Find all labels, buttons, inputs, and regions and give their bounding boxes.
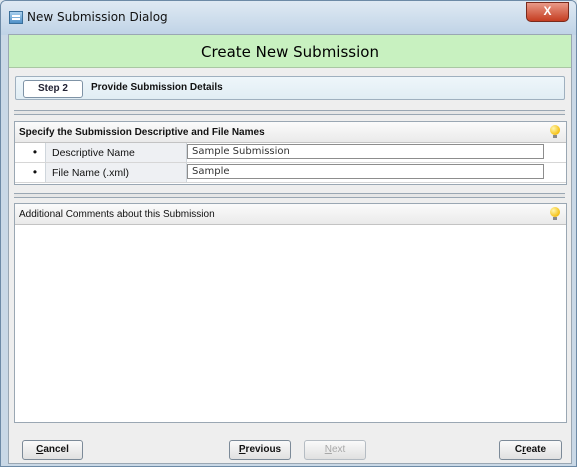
bullet-icon: • xyxy=(32,145,38,159)
comments-textarea[interactable] xyxy=(15,225,564,422)
names-panel-header: Specify the Submission Descriptive and F… xyxy=(15,122,566,143)
title-bar[interactable]: New Submission Dialog X xyxy=(1,1,576,35)
lightbulb-icon[interactable] xyxy=(550,125,560,139)
app-icon xyxy=(9,11,23,24)
descriptive-name-input[interactable] xyxy=(187,144,544,159)
names-panel: Specify the Submission Descriptive and F… xyxy=(14,121,567,185)
comments-panel-header: Additional Comments about this Submissio… xyxy=(15,204,566,225)
field-row-descriptive-name: • Descriptive Name xyxy=(15,143,566,163)
field-label-file-name: File Name (.xml) xyxy=(52,167,130,179)
field-label-descriptive-name: Descriptive Name xyxy=(52,147,135,159)
previous-mnemonic: P xyxy=(238,444,246,455)
create-label: eate xyxy=(526,444,547,455)
lightbulb-icon[interactable] xyxy=(550,207,560,221)
step-badge: Step 2 xyxy=(23,80,83,98)
close-button[interactable]: X xyxy=(526,2,569,22)
label-cell: Descriptive Name xyxy=(45,143,207,162)
section-divider xyxy=(14,110,565,115)
step-indicator: Step 2 Provide Submission Details xyxy=(15,76,565,100)
button-bar: Cancel Previous Next Create xyxy=(9,431,571,463)
bullet-icon: • xyxy=(32,165,38,179)
dialog-heading: Create New Submission xyxy=(201,43,379,61)
dialog-content: Create New Submission Step 2 Provide Sub… xyxy=(8,34,572,464)
previous-button[interactable]: Previous xyxy=(229,440,291,460)
names-panel-title: Specify the Submission Descriptive and F… xyxy=(19,127,265,138)
field-row-file-name: • File Name (.xml) xyxy=(15,163,566,183)
previous-label: revious xyxy=(245,444,282,455)
file-name-input[interactable] xyxy=(187,164,544,179)
cancel-button[interactable]: Cancel xyxy=(22,440,83,460)
cancel-label: ancel xyxy=(43,444,69,455)
window-title: New Submission Dialog xyxy=(27,10,168,24)
section-divider xyxy=(14,193,565,198)
next-mnemonic: N xyxy=(324,444,332,455)
label-cell: File Name (.xml) xyxy=(45,163,207,182)
next-button[interactable]: Next xyxy=(304,440,366,460)
step-description: Provide Submission Details xyxy=(91,82,223,93)
create-button[interactable]: Create xyxy=(499,440,562,460)
comments-panel: Additional Comments about this Submissio… xyxy=(14,203,567,423)
dialog-window: New Submission Dialog X Create New Submi… xyxy=(0,0,577,467)
comments-panel-title: Additional Comments about this Submissio… xyxy=(19,209,215,220)
dialog-header: Create New Submission xyxy=(9,35,571,68)
next-label: ext xyxy=(331,444,346,455)
